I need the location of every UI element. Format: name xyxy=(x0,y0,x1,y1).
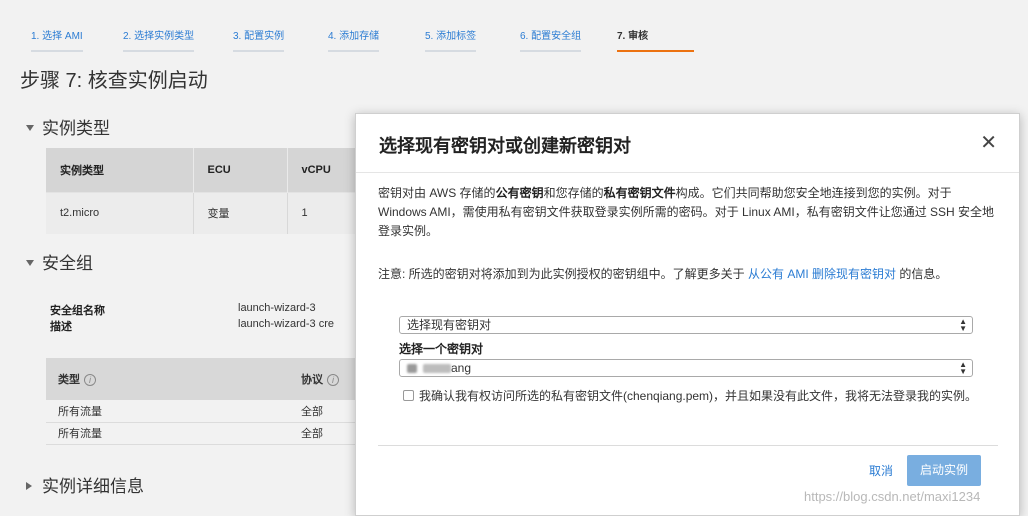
section-instance-details[interactable]: 实例详细信息 xyxy=(26,472,144,497)
key-pair-modal: 选择现有密钥对或创建新密钥对 ✕ 密钥对由 AWS 存储的公有密钥和您存储的私有… xyxy=(355,113,1020,516)
table-cell: t2.micro xyxy=(46,191,194,234)
table-row: 所有流量 全部 xyxy=(46,400,376,423)
step-choose-instance-type[interactable]: 2. 选择实例类型 xyxy=(123,30,195,52)
key-pair-note: 注意: 所选的密钥对将添加到为此实例授权的密钥组中。了解更多关于 从公有 AMI… xyxy=(378,267,948,281)
acknowledge-checkbox[interactable] xyxy=(403,390,414,402)
sg-desc-value: launch-wizard-3 cre xyxy=(238,318,334,330)
close-icon[interactable]: ✕ xyxy=(980,132,997,154)
watermark: https://blog.csdn.net/maxi1234 xyxy=(804,489,981,504)
collapse-triangle-icon xyxy=(26,124,34,131)
key-pair-action-select[interactable]: 选择现有密钥对 ▲ ▼ xyxy=(399,316,973,334)
expand-triangle-icon xyxy=(26,481,32,490)
column-header: 实例类型 xyxy=(46,148,194,192)
security-group-table: 类型 i 协议 i 所有流量 全部 所有流量 全部 xyxy=(46,358,376,445)
table-header-row: 类型 i 协议 i xyxy=(46,358,376,400)
key-pair-select[interactable]: ang ▲ ▼ xyxy=(399,359,973,377)
step-review[interactable]: 7. 审核 xyxy=(617,30,695,52)
divider xyxy=(378,445,998,446)
table-header-row: 实例类型 ECU vCPU xyxy=(46,148,376,192)
sg-name-label: 安全组名称 xyxy=(50,305,105,317)
redacted-block xyxy=(423,364,451,374)
wizard-steps: 1. 选择 AMI 2. 选择实例类型 3. 配置实例 4. 添加存储 5. 添… xyxy=(0,0,1028,52)
launch-instance-button[interactable]: 启动实例 xyxy=(907,455,981,486)
sg-name-value: launch-wizard-3 xyxy=(238,302,316,314)
step-configure-security-group[interactable]: 6. 配置安全组 xyxy=(520,30,582,52)
sg-desc-label: 描述 xyxy=(50,321,72,333)
select-arrows-icon: ▲ ▼ xyxy=(959,317,967,333)
select-arrows-icon: ▲ ▼ xyxy=(959,360,967,376)
select-key-pair-label: 选择一个密钥对 xyxy=(399,342,484,356)
modal-title: 选择现有密钥对或创建新密钥对 xyxy=(379,136,631,156)
section-security-group[interactable]: 安全组 xyxy=(26,249,93,274)
column-header: ECU xyxy=(193,148,288,192)
info-icon[interactable]: i xyxy=(84,374,96,386)
collapse-triangle-icon xyxy=(26,259,34,266)
section-heading: 实例详细信息 xyxy=(42,477,144,496)
page-title: 步骤 7: 核查实例启动 xyxy=(20,70,208,92)
divider xyxy=(356,172,1019,173)
acknowledge-row: 我确认我有权访问所选的私有密钥文件(chenqiang.pem)，并且如果没有此… xyxy=(403,386,983,406)
column-header-type: 类型 i xyxy=(46,358,289,400)
step-add-storage[interactable]: 4. 添加存储 xyxy=(328,30,380,52)
step-choose-ami[interactable]: 1. 选择 AMI xyxy=(31,30,83,52)
table-cell: 变量 xyxy=(193,191,288,234)
key-pair-description: 密钥对由 AWS 存储的公有密钥和您存储的私有密钥文件构成。它们共同帮助您安全地… xyxy=(378,186,995,238)
remove-key-pair-link[interactable]: 从公有 AMI 删除现有密钥对 xyxy=(748,267,896,281)
table-row: t2.micro 变量 1 xyxy=(46,191,376,234)
step-configure-instance[interactable]: 3. 配置实例 xyxy=(233,30,285,52)
redacted-block xyxy=(407,364,417,374)
section-heading: 实例类型 xyxy=(42,119,110,138)
table-cell: 所有流量 xyxy=(46,422,289,445)
table-cell: 所有流量 xyxy=(46,400,289,423)
acknowledge-text: 我确认我有权访问所选的私有密钥文件(chenqiang.pem)，并且如果没有此… xyxy=(419,389,978,403)
section-heading: 安全组 xyxy=(42,254,93,273)
cancel-button[interactable]: 取消 xyxy=(869,462,893,479)
table-row: 所有流量 全部 xyxy=(46,422,376,445)
instance-type-table: 实例类型 ECU vCPU t2.micro 变量 1 xyxy=(46,148,376,234)
info-icon[interactable]: i xyxy=(327,374,339,386)
step-add-tags[interactable]: 5. 添加标签 xyxy=(425,30,477,52)
section-instance-type[interactable]: 实例类型 xyxy=(26,114,110,139)
